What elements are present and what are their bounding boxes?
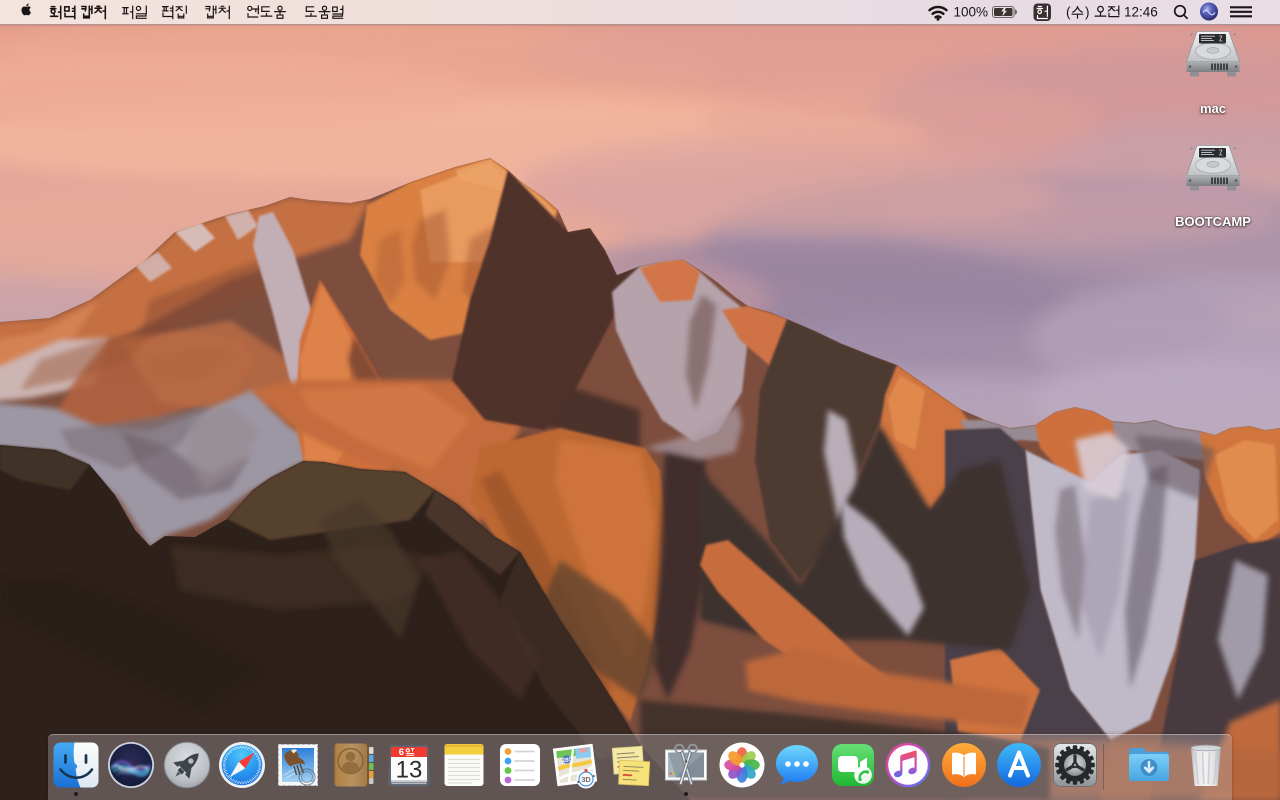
svg-text:13: 13 [396, 757, 423, 784]
svg-text:): ) [1085, 5, 1090, 20]
svg-text:(: ( [1066, 5, 1071, 20]
svg-text:280: 280 [562, 757, 573, 764]
svg-text:100%: 100% [953, 5, 988, 20]
svg-text:3D: 3D [581, 775, 591, 784]
svg-text:12:46: 12:46 [1124, 5, 1158, 20]
